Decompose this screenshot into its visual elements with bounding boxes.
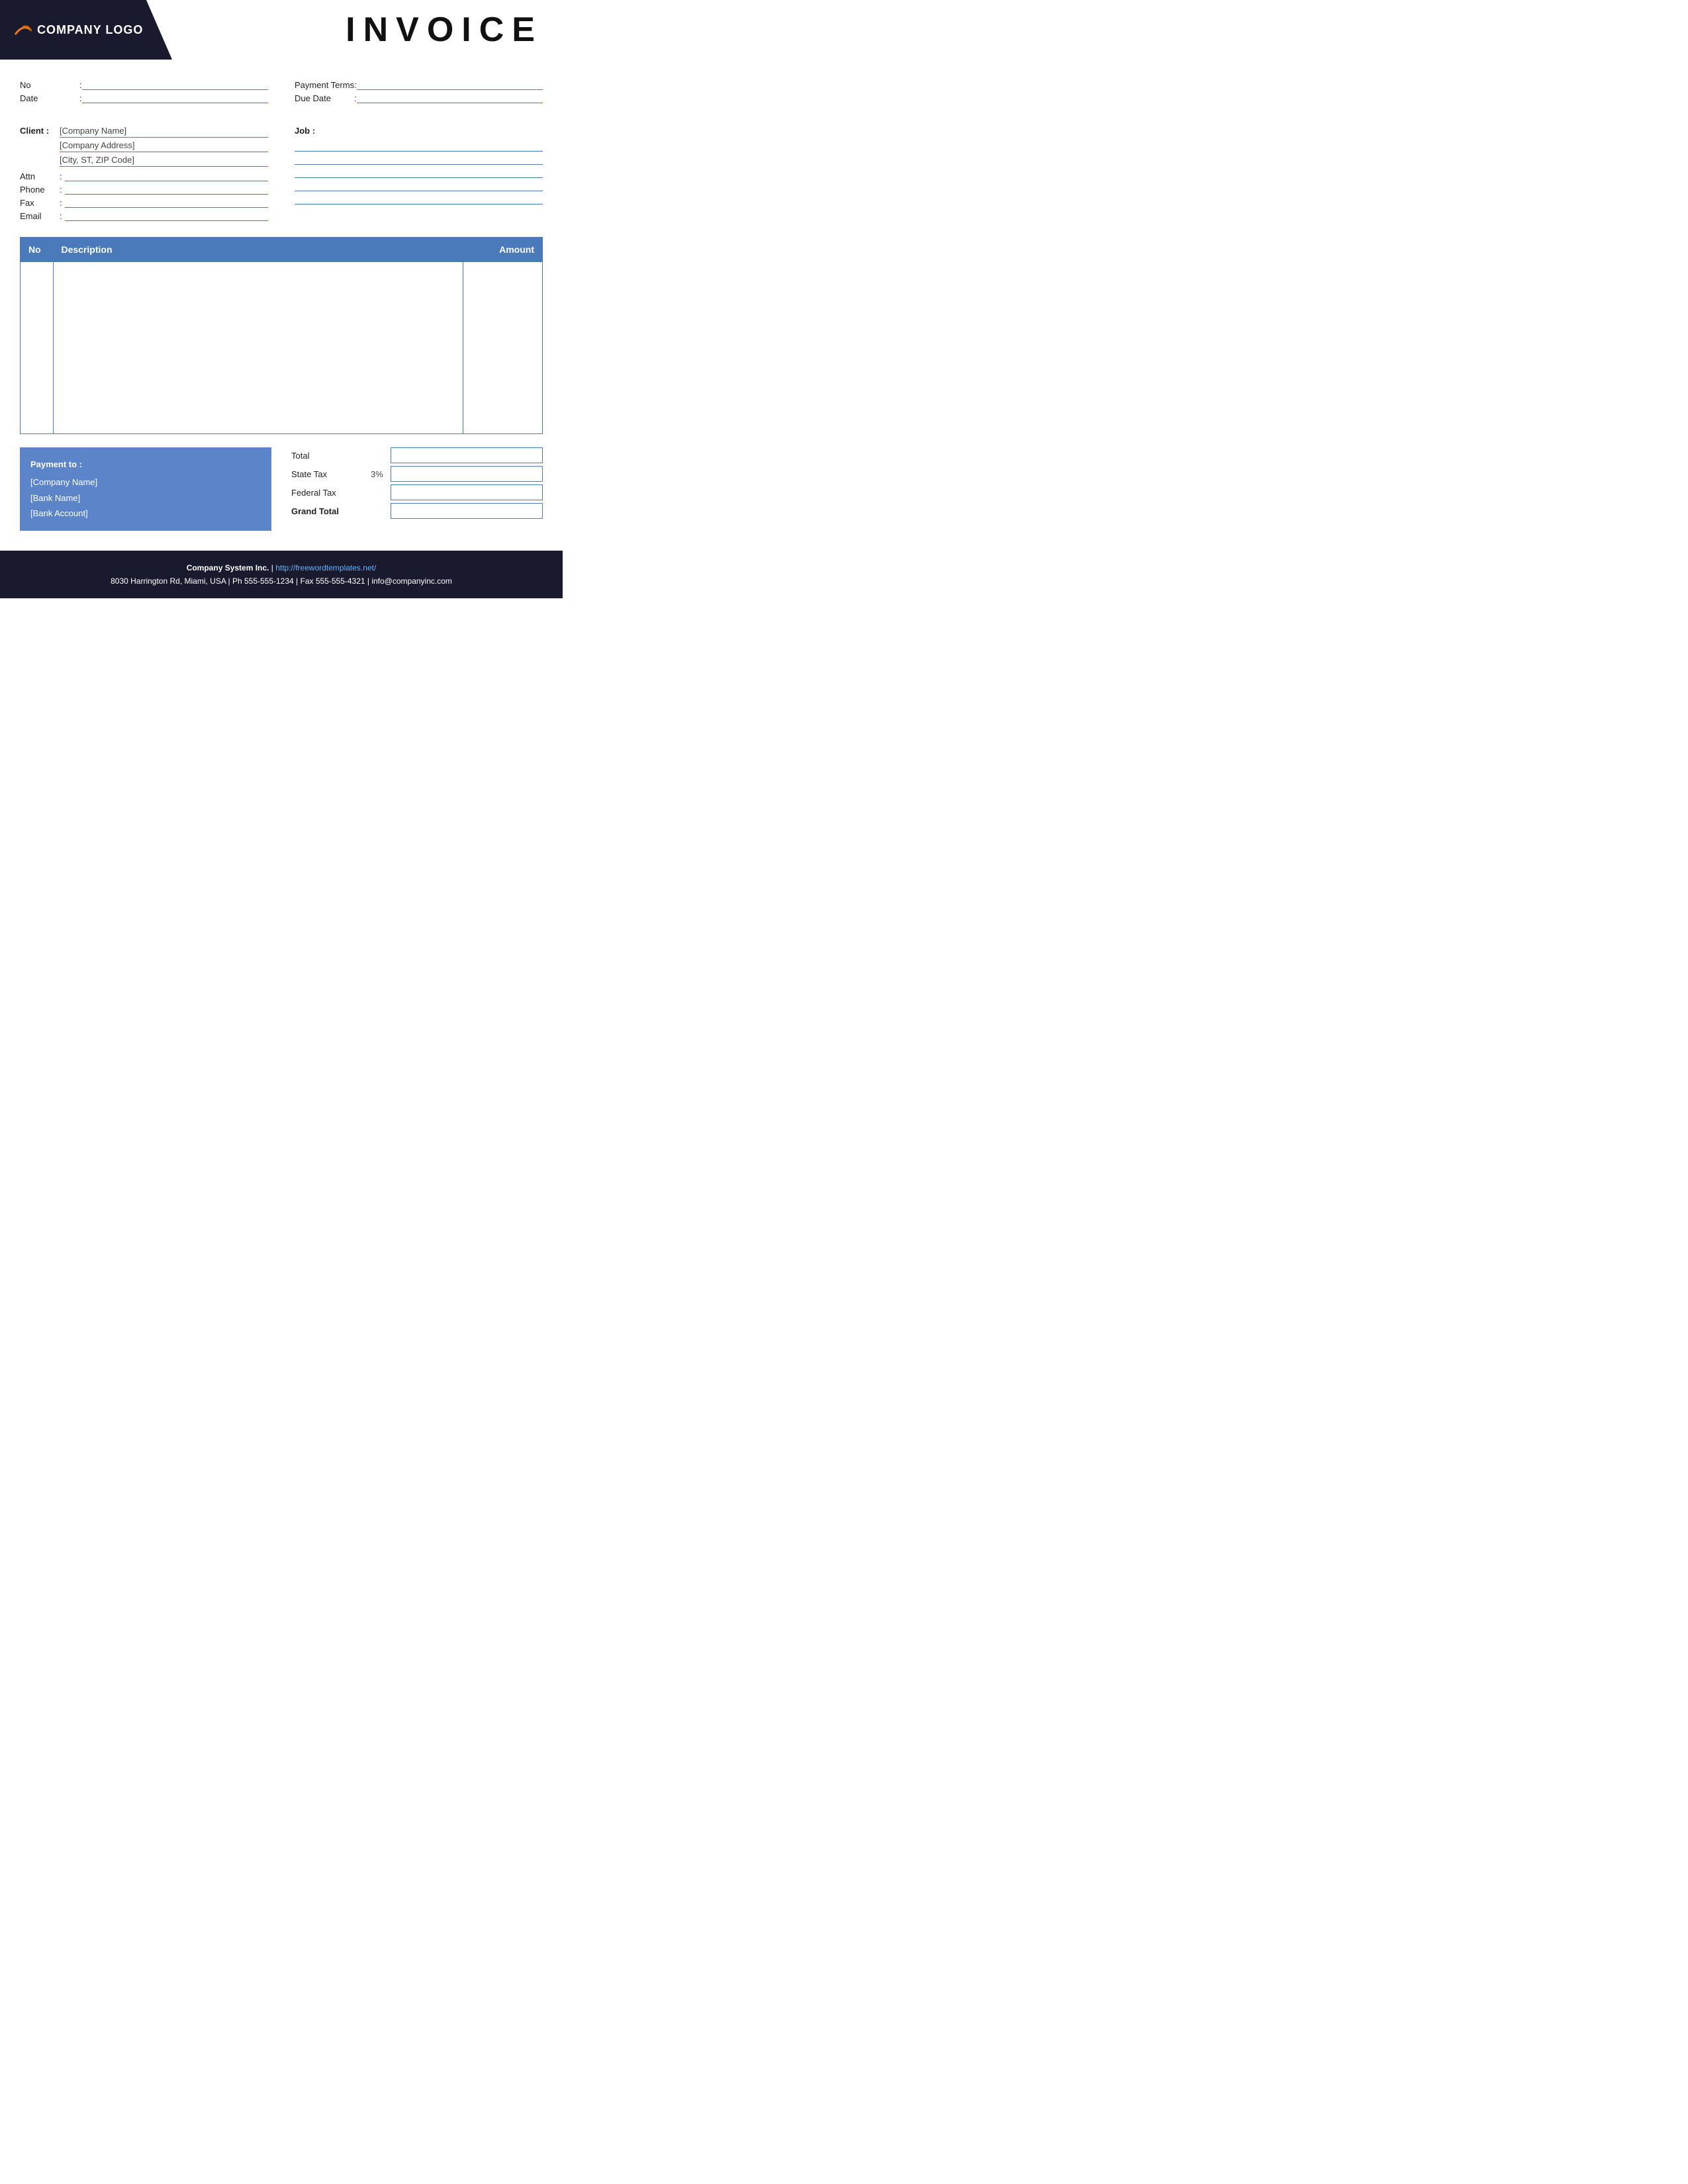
job-value-5[interactable] (295, 194, 543, 205)
state-tax-value[interactable] (391, 466, 543, 482)
logo-text: COMPANY LOGO (13, 23, 143, 37)
email-colon: : (60, 211, 62, 221)
invoice-table: No Description Amount (20, 237, 543, 434)
date-label: Date (20, 93, 79, 103)
logo-block: COMPANY LOGO (0, 0, 172, 60)
job-row-5 (295, 194, 543, 205)
email-row: Email : (20, 210, 268, 221)
attn-row: Attn : (20, 171, 268, 181)
total-row: Total (291, 447, 543, 463)
total-value[interactable] (391, 447, 543, 463)
federal-tax-row: Federal Tax (291, 484, 543, 500)
payment-title: Payment to : (30, 457, 261, 472)
grand-total-label: Grand Total (291, 506, 371, 516)
phone-row: Phone : (20, 184, 268, 195)
table-cell-amount[interactable] (463, 262, 543, 434)
job-block: Job : (295, 126, 543, 224)
info-section: No : Payment Terms : Date : Due Date : (0, 73, 563, 119)
job-row-4 (295, 181, 543, 191)
info-row-1: No : Payment Terms : (20, 79, 543, 90)
fax-colon: : (60, 198, 62, 208)
col-header-no: No (21, 238, 54, 262)
phone-label: Phone (20, 185, 60, 195)
footer-section: Payment to : [Company Name] [Bank Name] … (0, 447, 563, 531)
grand-total-row: Grand Total (291, 503, 543, 519)
job-row-1 (295, 141, 543, 152)
job-value-4[interactable] (295, 181, 543, 191)
fax-value[interactable] (65, 197, 268, 208)
state-tax-pct: 3% (371, 469, 391, 479)
footer-line-1: Company System Inc. | http://freewordtem… (13, 561, 549, 574)
client-label: Client : (20, 126, 60, 136)
payment-terms-value[interactable] (357, 79, 543, 90)
state-tax-row: State Tax 3% (291, 466, 543, 482)
col-header-description: Description (54, 238, 463, 262)
client-job-section: Client : [Company Name] [Company Address… (0, 119, 563, 237)
state-tax-label: State Tax (291, 469, 371, 479)
invoice-title: INVOICE (346, 10, 543, 50)
footer-company: Company System Inc. (187, 563, 269, 572)
federal-tax-label: Federal Tax (291, 488, 371, 498)
job-row-2 (295, 154, 543, 165)
grand-total-value[interactable] (391, 503, 543, 519)
table-cell-no[interactable] (21, 262, 54, 434)
due-date-value[interactable] (357, 93, 543, 103)
job-row-3 (295, 167, 543, 178)
due-date-label: Due Date (295, 93, 354, 103)
attn-value[interactable] (65, 171, 268, 181)
federal-tax-value[interactable] (391, 484, 543, 500)
table-row-main (21, 262, 543, 434)
attn-label: Attn (20, 171, 60, 181)
phone-value[interactable] (65, 184, 268, 195)
page-header: COMPANY LOGO INVOICE (0, 0, 563, 60)
job-value-3[interactable] (295, 167, 543, 178)
job-value-2[interactable] (295, 154, 543, 165)
logo-arc-icon (13, 24, 33, 36)
attn-colon: : (60, 171, 62, 181)
phone-colon: : (60, 185, 62, 195)
date-value[interactable] (82, 93, 268, 103)
due-date-field: Due Date : (295, 93, 543, 103)
client-company-name[interactable]: [Company Name] (60, 126, 268, 138)
payment-bank-account: [Bank Account] (30, 506, 261, 521)
invoice-title-block: INVOICE (172, 0, 563, 60)
email-label: Email (20, 211, 60, 221)
client-block: Client : [Company Name] [Company Address… (20, 126, 268, 224)
no-value[interactable] (82, 79, 268, 90)
payment-company-name: [Company Name] (30, 475, 261, 490)
col-header-amount: Amount (463, 238, 543, 262)
footer-website: http://freewordtemplates.net/ (275, 563, 376, 572)
job-value-1[interactable] (295, 141, 543, 152)
job-label: Job : (295, 126, 543, 136)
date-field: Date : (20, 93, 268, 103)
no-field: No : (20, 79, 268, 90)
email-value[interactable] (65, 210, 268, 221)
payment-terms-label: Payment Terms (295, 80, 354, 90)
client-company-address[interactable]: [Company Address] (60, 140, 268, 152)
payment-bank-name: [Bank Name] (30, 490, 261, 506)
info-row-2: Date : Due Date : (20, 93, 543, 103)
client-city-zip[interactable]: [City, ST, ZIP Code] (60, 155, 268, 167)
footer-line-2: 8030 Harrington Rd, Miami, USA | Ph 555-… (13, 574, 549, 588)
fax-label: Fax (20, 198, 60, 208)
total-label: Total (291, 451, 371, 461)
invoice-table-section: No Description Amount (0, 237, 563, 434)
fax-row: Fax : (20, 197, 268, 208)
totals-block: Total State Tax 3% Federal Tax Grand Tot… (291, 447, 543, 522)
payment-terms-field: Payment Terms : (295, 79, 543, 90)
table-header: No Description Amount (21, 238, 543, 262)
no-label: No (20, 80, 79, 90)
table-body (21, 262, 543, 434)
table-cell-desc[interactable] (54, 262, 463, 434)
payment-block: Payment to : [Company Name] [Bank Name] … (20, 447, 271, 531)
page-footer: Company System Inc. | http://freewordtem… (0, 551, 563, 599)
